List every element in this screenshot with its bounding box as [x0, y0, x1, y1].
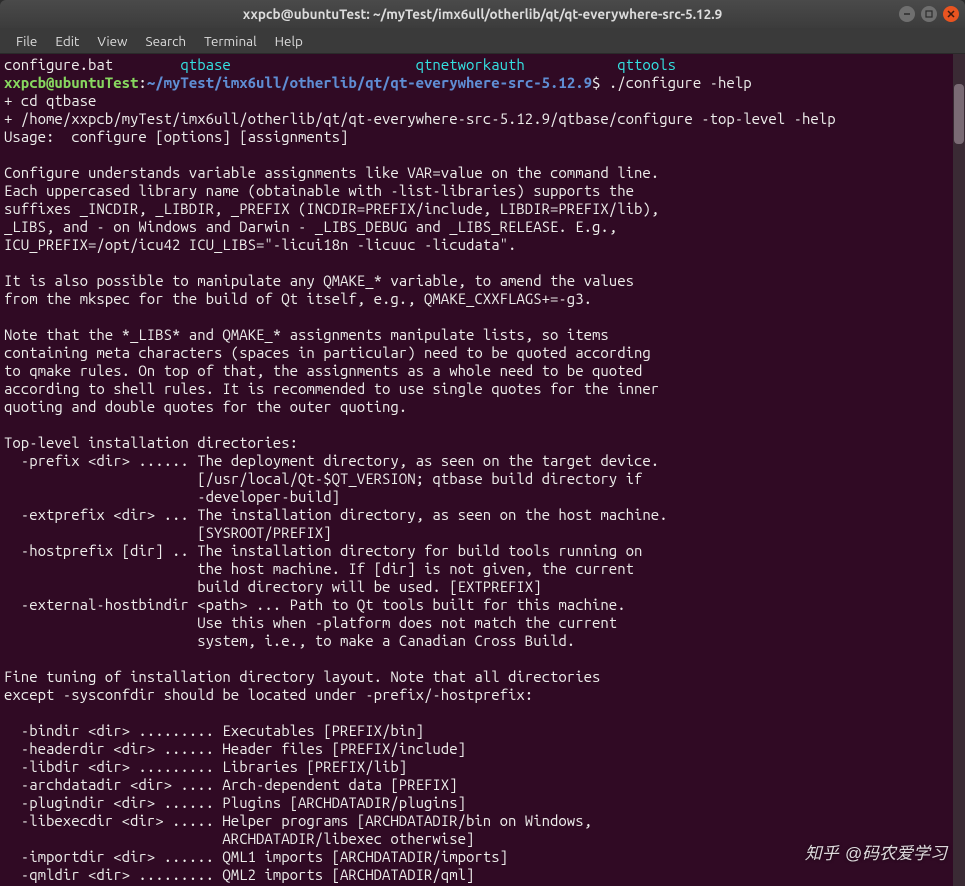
- minimize-button[interactable]: [899, 6, 915, 22]
- watermark-author: @码农爱学习: [845, 839, 947, 864]
- watermark-brand: 知乎: [805, 839, 839, 864]
- prompt-user: xxpcb@ubuntuTest: [4, 74, 138, 91]
- menubar: File Edit View Search Terminal Help: [0, 28, 965, 54]
- terminal-content[interactable]: configure.bat qtbase qtnetworkauth qttoo…: [4, 56, 963, 884]
- ls-dir: qttools: [617, 56, 676, 73]
- prompt-cmd: ./configure -help: [609, 74, 752, 91]
- watermark: 知乎 @码农爱学习: [805, 839, 947, 864]
- menu-help[interactable]: Help: [267, 31, 311, 51]
- titlebar: xxpcb@ubuntuTest: ~/myTest/imx6ull/other…: [0, 0, 965, 28]
- scrollbar[interactable]: [953, 54, 965, 886]
- terminal-area[interactable]: configure.bat qtbase qtnetworkauth qttoo…: [0, 54, 965, 886]
- ls-file: configure.bat: [4, 56, 113, 73]
- menu-edit[interactable]: Edit: [47, 31, 87, 51]
- window-controls: [899, 6, 959, 22]
- prompt-cwd: ~/myTest/imx6ull/otherlib/qt/qt-everywhe…: [147, 74, 592, 91]
- window-title: xxpcb@ubuntuTest: ~/myTest/imx6ull/other…: [243, 6, 722, 22]
- prompt-colon: :: [138, 74, 146, 91]
- menu-file[interactable]: File: [8, 31, 45, 51]
- menu-terminal[interactable]: Terminal: [196, 31, 265, 51]
- terminal-output: + cd qtbase + /home/xxpcb/myTest/imx6ull…: [4, 92, 836, 883]
- menu-search[interactable]: Search: [138, 31, 195, 51]
- menu-view[interactable]: View: [89, 31, 135, 51]
- scrollbar-thumb[interactable]: [954, 84, 964, 144]
- ls-dir: qtnetworkauth: [416, 56, 525, 73]
- prompt-dollar: $: [592, 74, 609, 91]
- close-button[interactable]: [943, 6, 959, 22]
- maximize-button[interactable]: [921, 6, 937, 22]
- ls-dir: qtbase: [180, 56, 230, 73]
